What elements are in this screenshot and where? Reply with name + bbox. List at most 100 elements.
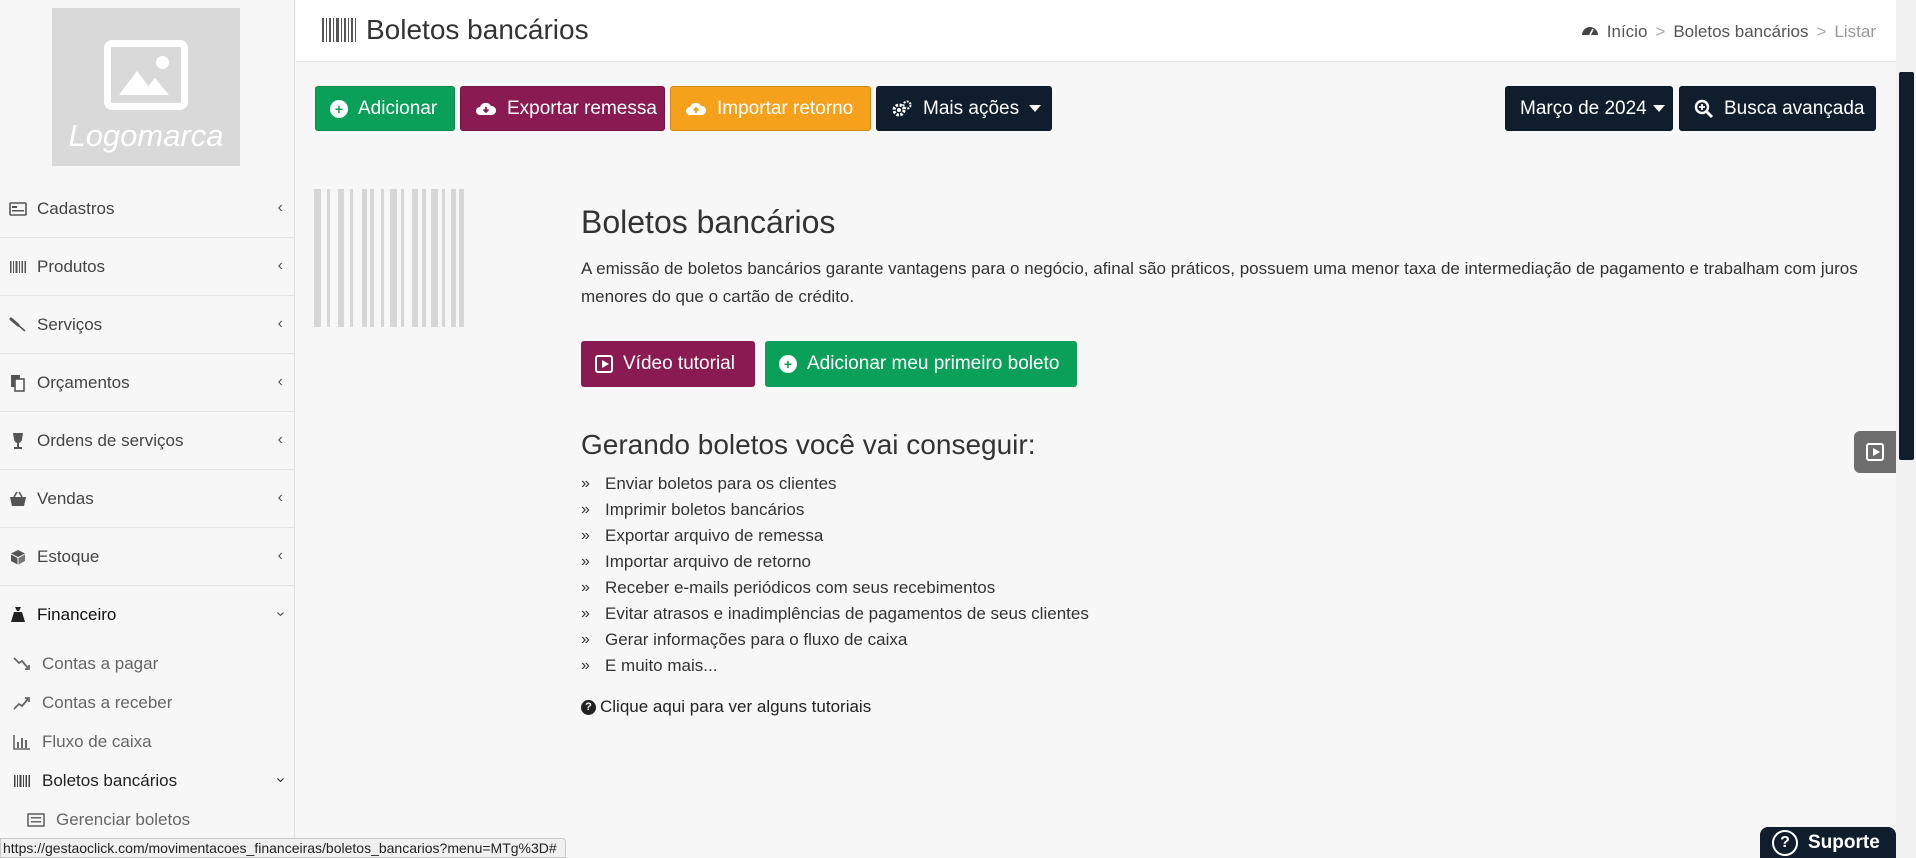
- financeiro-submenu: Contas a pagar Contas a receber Fluxo de…: [0, 644, 294, 839]
- breadcrumb-boletos[interactable]: Boletos bancários: [1673, 22, 1808, 42]
- sidebar-item-ordens-de-servicos[interactable]: Ordens de serviços ‹: [0, 412, 294, 470]
- page-header: Boletos bancários Início > Boletos bancá…: [296, 0, 1896, 62]
- sidebar-item-produtos[interactable]: Produtos ‹: [0, 238, 294, 296]
- more-actions-dropdown[interactable]: Mais ações: [876, 86, 1052, 131]
- chevron-left-icon: ‹: [277, 489, 283, 506]
- sidebar-item-servicos[interactable]: Serviços ‹: [0, 296, 294, 354]
- export-remessa-button[interactable]: Exportar remessa: [460, 86, 665, 131]
- sidebar-item-vendas[interactable]: Vendas ‹: [0, 470, 294, 528]
- benefits-list: » Enviar boletos para os clientes » Imprim…: [581, 471, 1881, 679]
- chevron-down-icon: ‹: [271, 611, 289, 617]
- month-label: Março de 2024: [1520, 97, 1647, 119]
- video-tutorial-button[interactable]: Vídeo tutorial: [581, 341, 755, 387]
- more-actions-label: Mais ações: [923, 97, 1020, 119]
- list-item: » Exportar arquivo de remessa: [581, 523, 1881, 549]
- breadcrumb-current: Listar: [1834, 22, 1876, 41]
- content-title: Boletos bancários: [581, 204, 836, 240]
- double-chevron-right-icon: »: [581, 579, 590, 596]
- list-item: » Importar arquivo de retorno: [581, 549, 1881, 575]
- chevron-left-icon: ‹: [277, 547, 283, 564]
- video-tutorial-label: Vídeo tutorial: [623, 353, 735, 374]
- video-play-icon: [1866, 443, 1884, 461]
- export-button-label: Exportar remessa: [507, 97, 657, 119]
- list-item: » Receber e-mails periódicos com seus rec…: [581, 575, 1881, 601]
- tutorials-link[interactable]: ? Clique aqui para ver alguns tutoriais: [581, 697, 1881, 717]
- submenu-label: Gerenciar boletos: [56, 809, 191, 829]
- breadcrumb-separator: >: [1816, 22, 1827, 41]
- chevron-left-icon: ‹: [277, 199, 283, 216]
- chevron-left-icon: ‹: [277, 315, 283, 332]
- double-chevron-right-icon: »: [581, 527, 590, 544]
- submenu-label: Contas a pagar: [42, 653, 159, 673]
- copy-icon: [8, 374, 28, 392]
- double-chevron-right-icon: »: [581, 605, 590, 622]
- sidebar-menu: Cadastros ‹ Produtos ‹ Serviços ‹ Orçame…: [0, 180, 294, 839]
- add-button[interactable]: + Adicionar: [315, 86, 455, 131]
- sidebar-item-label: Ordens de serviços: [37, 430, 184, 450]
- add-first-boleto-label: Adicionar meu primeiro boleto: [807, 353, 1060, 374]
- bar-chart-icon: [12, 734, 32, 750]
- sidebar-item-label: Orçamentos: [37, 372, 130, 392]
- list-icon: [26, 812, 46, 827]
- support-label: Suporte: [1808, 831, 1880, 853]
- plus-circle-icon: +: [330, 99, 348, 118]
- list-item: » Evitar atrasos e inadimplências de paga…: [581, 601, 1881, 627]
- trend-down-icon: [12, 656, 32, 672]
- sidebar-item-label: Financeiro: [37, 605, 117, 624]
- double-chevron-right-icon: »: [581, 475, 590, 492]
- support-button[interactable]: ? Suporte: [1760, 827, 1896, 858]
- caret-down-icon: [1029, 105, 1042, 112]
- chevron-left-icon: ‹: [277, 373, 283, 390]
- cloud-download-icon: [475, 101, 497, 117]
- sidebar-item-estoque[interactable]: Estoque ‹: [0, 528, 294, 586]
- advanced-search-button[interactable]: Busca avançada: [1679, 86, 1876, 131]
- sidebar-item-label: Vendas: [37, 488, 94, 508]
- boletos-submenu: Gerenciar boletos: [12, 800, 294, 839]
- gears-icon: [891, 100, 913, 118]
- list-item-text: Importar arquivo de retorno: [605, 552, 811, 571]
- chevron-down-icon: ‹: [271, 777, 289, 783]
- barcode-icon: [322, 18, 356, 42]
- barcode-icon: [8, 258, 28, 276]
- image-placeholder-icon: [104, 40, 188, 110]
- list-item: » E muito mais...: [581, 653, 1881, 679]
- question-circle-icon: ?: [581, 699, 596, 715]
- chevron-left-icon: ‹: [277, 431, 283, 448]
- caret-down-icon: [1652, 105, 1665, 112]
- sidebar-item-cadastros[interactable]: Cadastros ‹: [0, 180, 294, 238]
- sidebar-item-contas-a-pagar[interactable]: Contas a pagar: [12, 644, 294, 683]
- question-circle-icon: ?: [1772, 829, 1798, 856]
- sidebar-item-fluxo-de-caixa[interactable]: Fluxo de caixa: [12, 722, 294, 761]
- tutorials-link-text: Clique aqui para ver alguns tutoriais: [600, 697, 872, 716]
- list-item: » Gerar informações para o fluxo de caixa: [581, 627, 1881, 653]
- sidebar-item-boletos-bancarios[interactable]: Boletos bancários ‹: [12, 761, 294, 800]
- sidebar-item-orcamentos[interactable]: Orçamentos ‹: [0, 354, 294, 412]
- month-selector[interactable]: Março de 2024: [1505, 86, 1673, 131]
- submenu-label: Fluxo de caixa: [42, 731, 152, 751]
- scrollbar-thumb[interactable]: [1899, 72, 1914, 460]
- double-chevron-right-icon: »: [581, 501, 590, 518]
- breadcrumb-inicio[interactable]: Início: [1607, 22, 1648, 42]
- money-bag-icon: [8, 606, 28, 624]
- add-first-boleto-button[interactable]: + Adicionar meu primeiro boleto: [765, 341, 1077, 387]
- list-item-text: Enviar boletos para os clientes: [605, 474, 837, 493]
- sidebar-item-contas-a-receber[interactable]: Contas a receber: [12, 683, 294, 722]
- list-item-text: Gerar informações para o fluxo de caixa: [605, 630, 908, 649]
- add-button-label: Adicionar: [358, 97, 438, 119]
- list-item-text: Receber e-mails periódicos com seus rece…: [605, 578, 996, 597]
- basket-icon: [8, 490, 28, 508]
- list-item-text: Imprimir boletos bancários: [605, 500, 805, 519]
- chevron-left-icon: ‹: [277, 257, 283, 274]
- sidebar-item-label: Produtos: [37, 256, 106, 276]
- double-chevron-right-icon: »: [581, 553, 590, 570]
- sidebar-item-financeiro[interactable]: Financeiro ‹: [0, 586, 294, 644]
- advanced-search-label: Busca avançada: [1724, 97, 1865, 119]
- id-card-icon: [8, 200, 28, 218]
- page-title: Boletos bancários: [322, 14, 589, 46]
- import-retorno-button[interactable]: Importar retorno: [670, 86, 871, 131]
- barcode-illustration: [314, 189, 490, 327]
- floating-video-button[interactable]: [1854, 431, 1896, 473]
- empty-state: Boletos bancários A emissão de boletos b…: [581, 204, 1881, 717]
- sidebar-item-gerenciar-boletos[interactable]: Gerenciar boletos: [26, 800, 294, 839]
- logo[interactable]: Logomarca: [52, 8, 240, 166]
